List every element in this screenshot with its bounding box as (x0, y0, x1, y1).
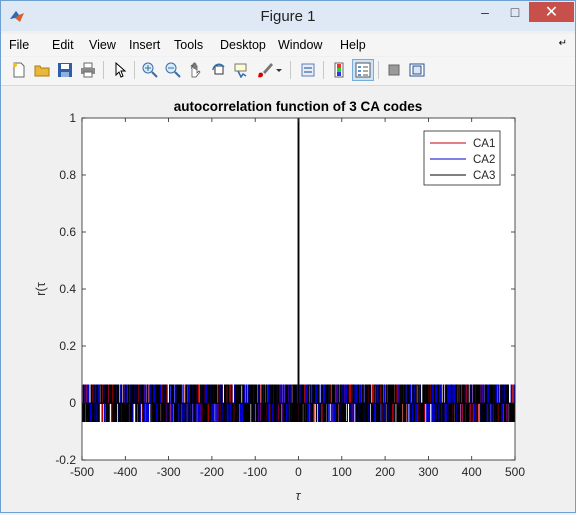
data-cursor-icon[interactable] (233, 61, 251, 79)
pan-icon[interactable] (187, 61, 205, 79)
menu-overflow-icon[interactable]: ↵ (559, 38, 567, 49)
x-tick-label: 200 (375, 465, 395, 479)
x-tick-label: -500 (70, 465, 94, 479)
toolbar-separator (134, 61, 135, 79)
y-tick-label: 1 (69, 111, 76, 125)
zoom-out-icon[interactable] (164, 61, 182, 79)
rotate-3d-icon[interactable] (210, 61, 228, 79)
hide-plot-tools-icon[interactable] (385, 61, 403, 79)
menu-desktop[interactable]: Desktop (220, 38, 266, 52)
y-tick-label: 0.2 (59, 339, 76, 353)
menu-insert[interactable]: Insert (129, 38, 160, 52)
menu-file[interactable]: File (9, 38, 29, 52)
autocorrelation-chart[interactable]: -500 -400 -300 -200 -100 0 100 200 300 400 500 -0.… (1, 87, 575, 512)
toolbar-separator (323, 61, 324, 79)
print-icon[interactable] (79, 61, 97, 79)
maximize-button[interactable]: □ (501, 2, 529, 22)
legend[interactable]: CA1 CA2 CA3 (423, 130, 501, 186)
legend-label: CA3 (473, 170, 495, 182)
x-tick-label: -200 (200, 465, 224, 479)
save-icon[interactable] (56, 61, 74, 79)
x-tick-label: -400 (113, 465, 137, 479)
new-figure-icon[interactable] (10, 61, 28, 79)
close-button[interactable]: ✕ (529, 2, 574, 22)
menu-window[interactable]: Window (278, 38, 322, 52)
toolbar-separator (290, 61, 291, 79)
menu-tools[interactable]: Tools (174, 38, 203, 52)
zoom-in-icon[interactable] (141, 61, 159, 79)
figure-window: Figure 1 – □ ✕ File Edit View Insert Too… (0, 0, 576, 513)
chart-title: autocorrelation function of 3 CA codes (174, 99, 423, 114)
legend-label: CA1 (473, 138, 495, 150)
toolbar-separator (378, 61, 379, 79)
y-axis-label: r(τ (33, 281, 48, 296)
menu-view[interactable]: View (89, 38, 116, 52)
y-tick-label: 0.6 (59, 225, 76, 239)
x-tick-label: 100 (332, 465, 352, 479)
brush-dropdown-icon[interactable] (274, 61, 284, 79)
x-tick-label: -100 (243, 465, 267, 479)
y-tick-label: 0.4 (59, 282, 76, 296)
link-plot-icon[interactable] (299, 61, 317, 79)
y-tick-label: 0.8 (59, 168, 76, 182)
y-tick-label: 0 (69, 396, 76, 410)
legend-icon[interactable] (352, 59, 374, 81)
colorbar-icon[interactable] (331, 61, 349, 79)
show-plot-tools-icon[interactable] (408, 61, 426, 79)
legend-label: CA2 (473, 154, 495, 166)
figure-canvas: -500 -400 -300 -200 -100 0 100 200 300 400 500 -0.… (1, 87, 575, 512)
menu-bar: File Edit View Insert Tools Desktop Wind… (1, 34, 575, 56)
minimize-button[interactable]: – (471, 2, 499, 22)
x-axis-label: τ (296, 488, 302, 503)
y-tick-label: -0.2 (55, 453, 76, 467)
figure-toolbar (1, 57, 575, 86)
menu-edit[interactable]: Edit (52, 38, 74, 52)
pointer-icon[interactable] (111, 61, 129, 79)
x-tick-label: 0 (295, 465, 302, 479)
x-tick-label: -300 (157, 465, 181, 479)
menu-help[interactable]: Help (340, 38, 366, 52)
open-file-icon[interactable] (33, 61, 51, 79)
title-bar[interactable]: Figure 1 – □ ✕ (1, 1, 575, 31)
brush-icon[interactable] (256, 61, 274, 79)
x-tick-label: 300 (418, 465, 438, 479)
toolbar-separator (103, 61, 104, 79)
x-tick-label: 400 (462, 465, 482, 479)
x-tick-label: 500 (505, 465, 525, 479)
